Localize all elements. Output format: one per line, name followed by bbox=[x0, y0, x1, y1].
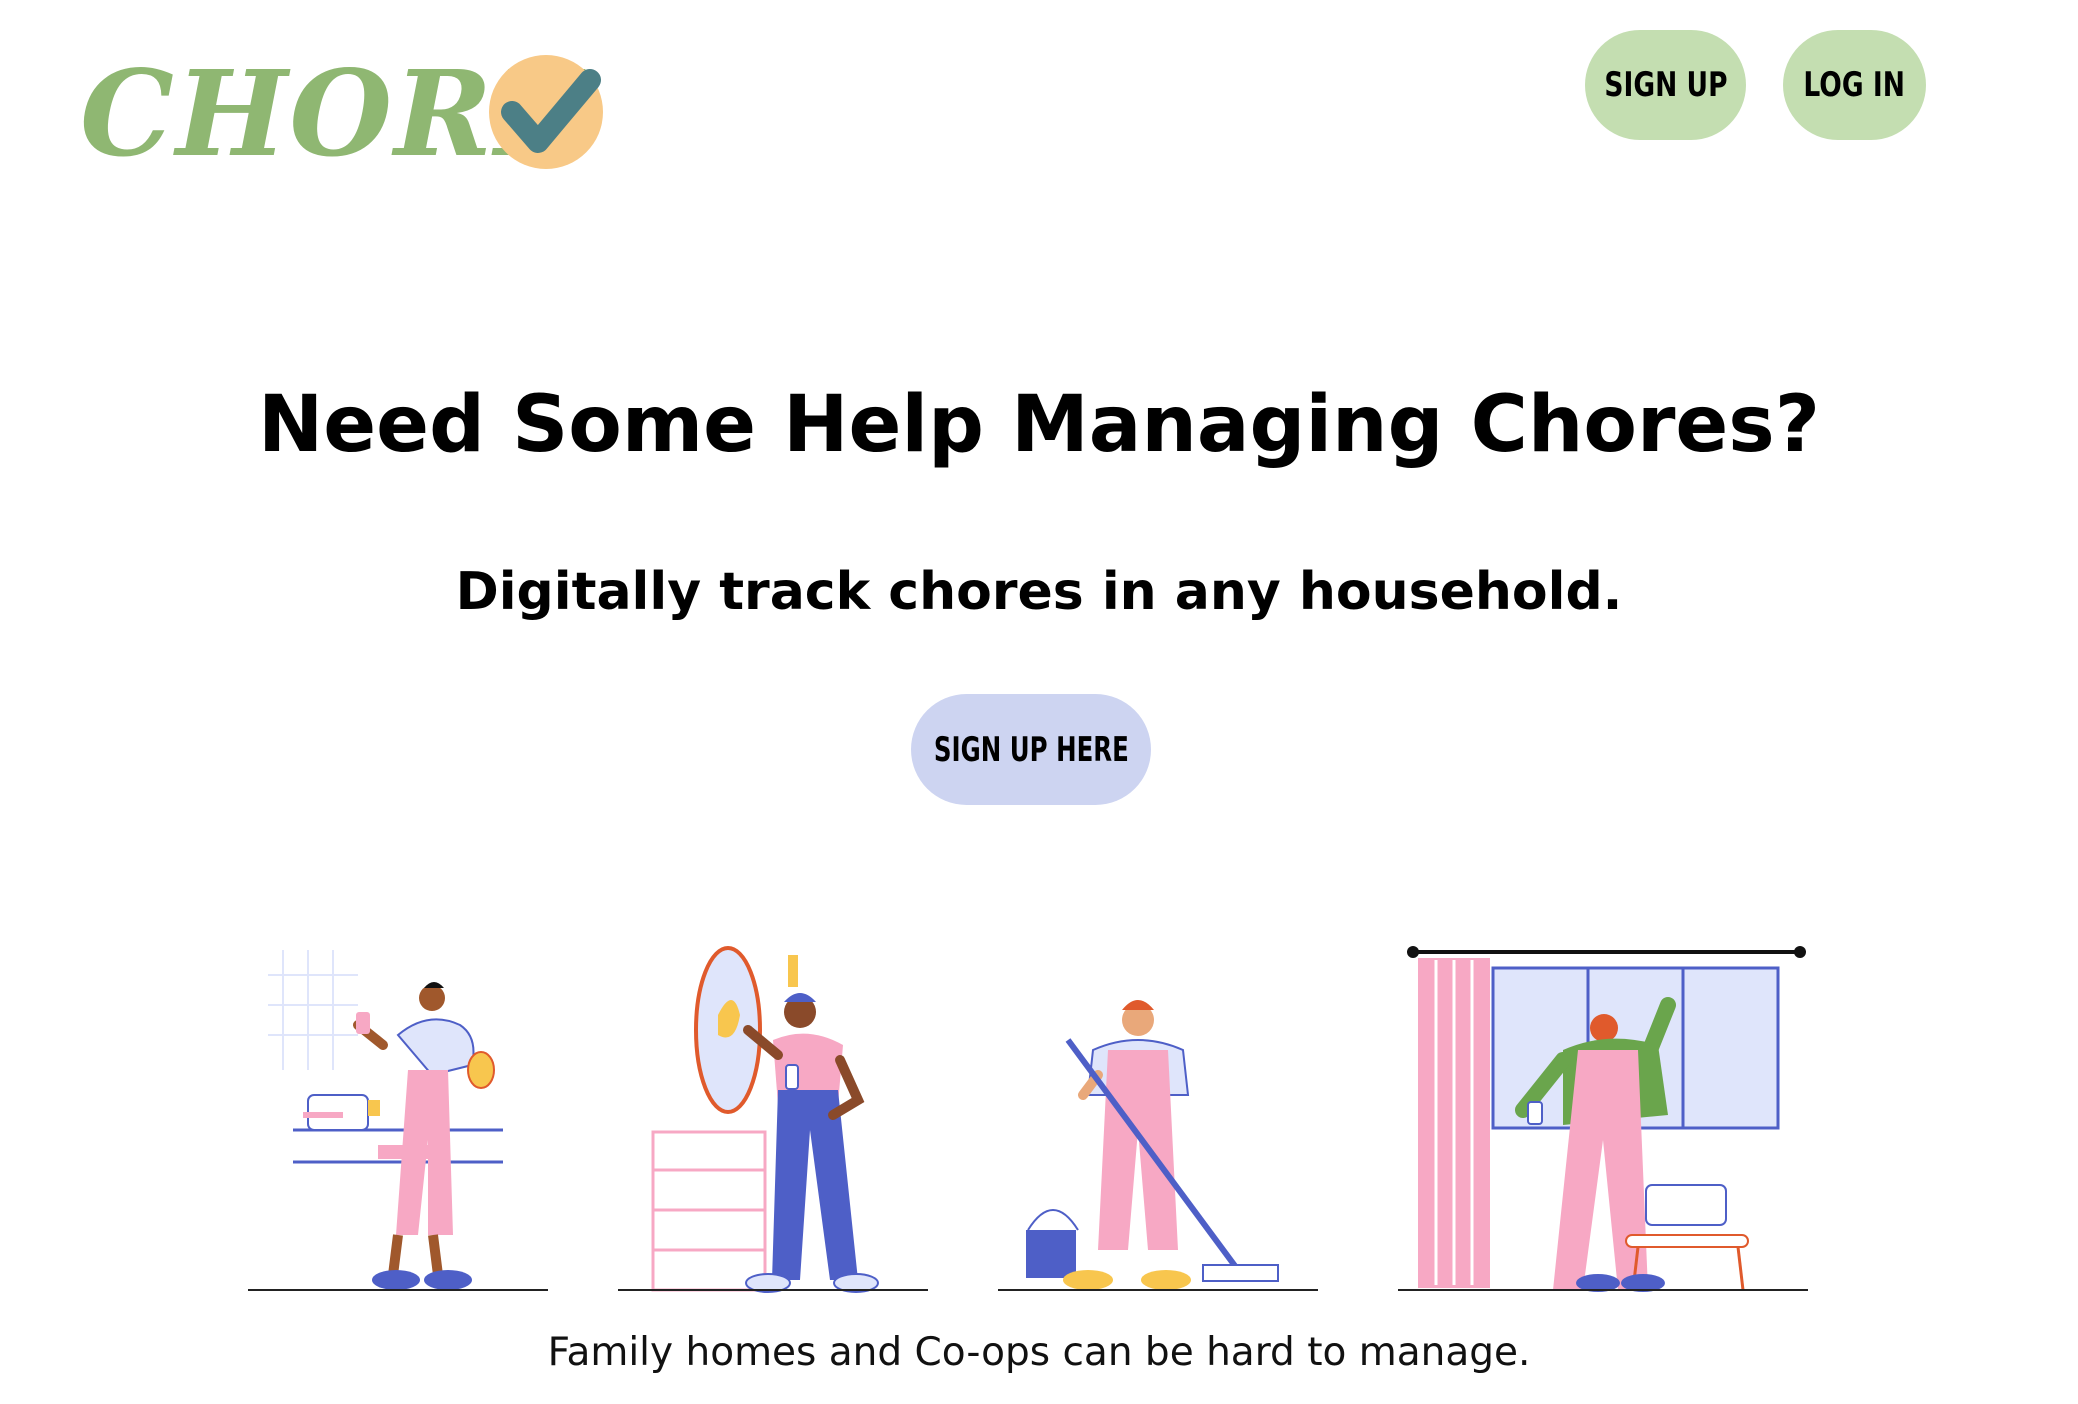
signup-here-button[interactable]: SIGN UP HERE bbox=[911, 694, 1151, 805]
caption-text: Family homes and Co-ops can be hard to m… bbox=[547, 1330, 1531, 1375]
logo-graphic: CHORE bbox=[80, 50, 603, 180]
illustration-mopping bbox=[998, 940, 1318, 1305]
chore-logo[interactable]: CHORE bbox=[80, 50, 620, 180]
signup-here-label: SIGN UP HERE bbox=[933, 729, 1129, 770]
illustration-window-cleaning bbox=[1398, 940, 1808, 1305]
login-button-label: LOG IN bbox=[1803, 65, 1906, 105]
illustration-mirror-wiping bbox=[618, 940, 928, 1305]
illustration-bathroom-cleaning bbox=[248, 940, 548, 1305]
signup-button-label: SIGN UP bbox=[1603, 65, 1728, 105]
login-button[interactable]: LOG IN bbox=[1783, 30, 1926, 140]
check-circle-icon bbox=[489, 55, 603, 169]
hero-title: Need Some Help Managing Chores? bbox=[258, 380, 1820, 470]
signup-button[interactable]: SIGN UP bbox=[1585, 30, 1746, 140]
hero-subtitle: Digitally track chores in any household. bbox=[455, 562, 1623, 622]
